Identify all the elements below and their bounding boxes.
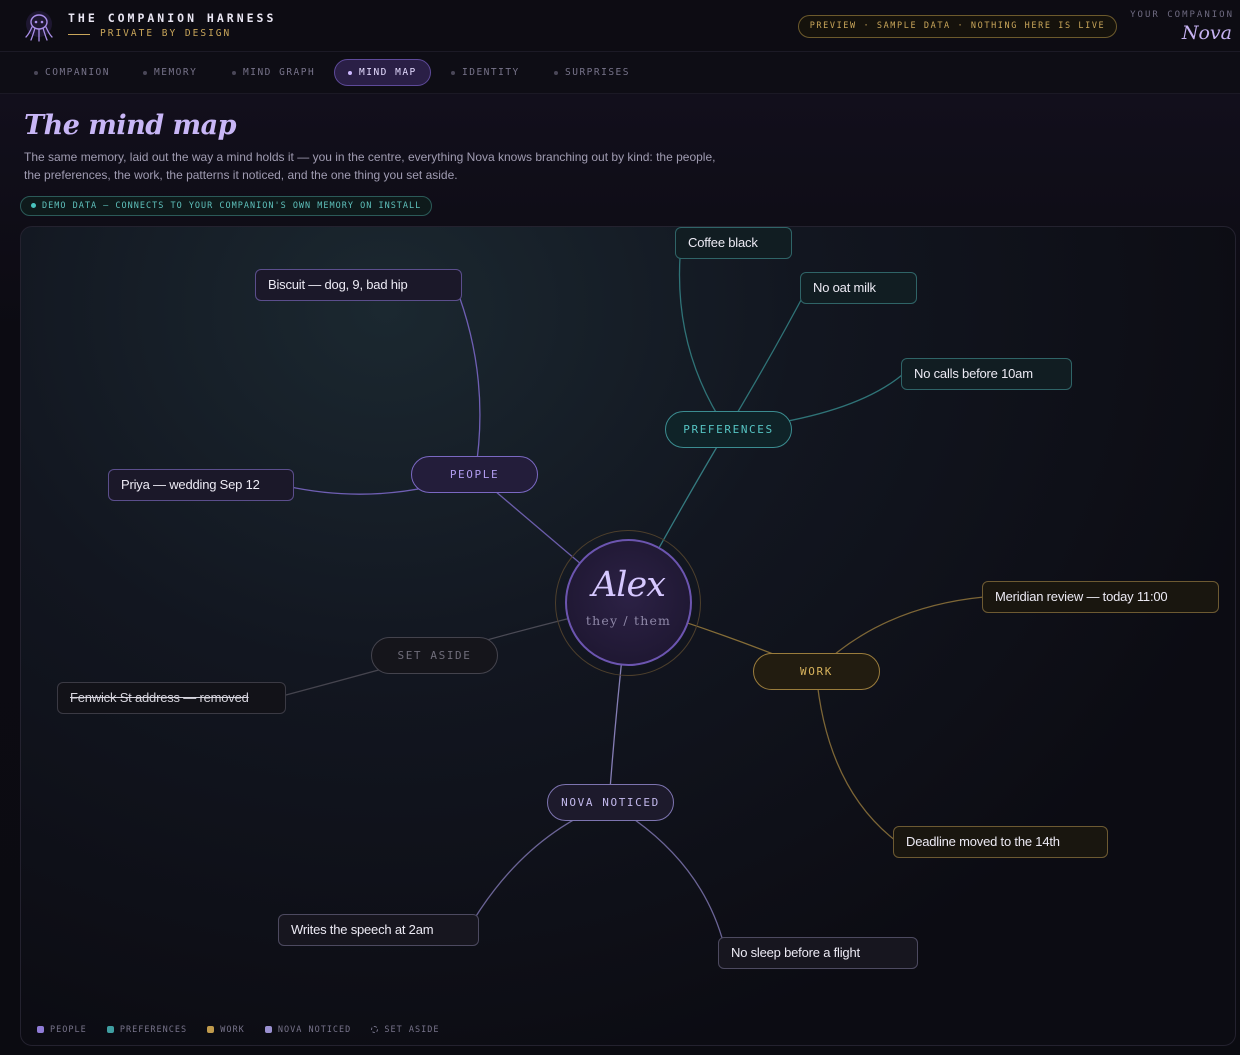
top-bar: THE COMPANION HARNESS PRIVATE BY DESIGN … xyxy=(0,0,1240,52)
branch-set-aside[interactable]: SET ASIDE xyxy=(371,637,498,674)
brand-title: THE COMPANION HARNESS xyxy=(68,11,277,25)
legend-swatch xyxy=(207,1025,215,1033)
branch-preferences[interactable]: PREFERENCES xyxy=(665,411,792,448)
legend-swatch xyxy=(106,1025,114,1033)
tab-mind-map[interactable]: MIND MAP xyxy=(334,59,431,86)
brand-divider xyxy=(68,34,90,35)
legend-item-nova-noticed: NOVA NOTICED xyxy=(264,1025,352,1035)
connector-flight xyxy=(608,802,725,946)
main-nav: COMPANION MEMORY MIND GRAPH MIND MAP IDE… xyxy=(0,52,1240,94)
legend-label: PEOPLE xyxy=(50,1025,87,1035)
legend-swatch xyxy=(264,1025,272,1033)
legend-swatch xyxy=(37,1025,44,1033)
tab-dot-icon xyxy=(554,70,558,75)
user-name: Alex xyxy=(592,565,666,605)
page-title: The mind map xyxy=(24,110,236,141)
companion-name[interactable]: Nova xyxy=(1182,22,1232,44)
tab-label: SURPRISES xyxy=(565,67,630,78)
branch-people[interactable]: PEOPLE xyxy=(411,456,538,493)
memory-node-flight[interactable]: No sleep before a flight xyxy=(718,937,918,969)
connector-oat-milk xyxy=(726,286,809,431)
memory-node-calls[interactable]: No calls before 10am xyxy=(901,358,1072,390)
memory-node-coffee[interactable]: Coffee black xyxy=(675,227,792,259)
memory-node-meridian[interactable]: Meridian review — today 11:00 xyxy=(982,581,1219,613)
memory-node-fenwick-removed[interactable]: Fenwick St address — removed xyxy=(57,682,286,714)
tab-memory[interactable]: MEMORY xyxy=(143,59,197,86)
legend-item-set-aside: SET ASIDE xyxy=(371,1025,439,1035)
legend-label: SET ASIDE xyxy=(384,1025,440,1035)
legend-label: WORK xyxy=(220,1025,245,1035)
tab-label: COMPANION xyxy=(45,67,110,78)
map-legend: PEOPLE PREFERENCES WORK NOVA NOTICED SET… xyxy=(37,1025,453,1035)
memory-node-biscuit[interactable]: Biscuit — dog, 9, bad hip xyxy=(255,269,462,301)
tab-identity[interactable]: IDENTITY xyxy=(451,59,520,86)
status-dot-icon xyxy=(31,203,36,208)
memory-node-speech[interactable]: Writes the speech at 2am xyxy=(278,914,479,946)
tab-label: MIND GRAPH xyxy=(243,67,316,78)
connector-deadline xyxy=(815,670,897,842)
memory-node-deadline[interactable]: Deadline moved to the 14th xyxy=(893,826,1108,858)
demo-badge-label: DEMO DATA — CONNECTS TO YOUR COMPANION'S… xyxy=(42,201,422,211)
legend-item-people: PEOPLE xyxy=(37,1025,87,1035)
user-pronouns: they / them xyxy=(585,613,672,628)
tab-dot-icon xyxy=(34,70,38,75)
connector-coffee xyxy=(678,243,728,431)
legend-swatch xyxy=(371,1025,379,1033)
tab-mind-graph[interactable]: MIND GRAPH xyxy=(232,59,315,86)
tab-label: IDENTITY xyxy=(462,67,520,78)
connector-speech xyxy=(466,802,610,932)
memory-node-oat-milk[interactable]: No oat milk xyxy=(800,272,917,304)
legend-item-work: WORK xyxy=(207,1025,244,1035)
preview-notice-badge: PREVIEW · SAMPLE DATA · NOTHING HERE IS … xyxy=(798,15,1117,38)
tab-surprises[interactable]: SURPRISES xyxy=(554,59,630,86)
mind-map-canvas[interactable]: Biscuit — dog, 9, bad hip Priya — weddin… xyxy=(20,226,1236,1046)
center-node-user[interactable]: Alex they / them xyxy=(565,539,692,666)
brand-subtitle: PRIVATE BY DESIGN xyxy=(100,28,232,39)
memory-node-priya[interactable]: Priya — wedding Sep 12 xyxy=(108,469,294,501)
connector-biscuit xyxy=(454,284,481,475)
tab-dot-icon xyxy=(232,70,236,75)
demo-data-badge: DEMO DATA — CONNECTS TO YOUR COMPANION'S… xyxy=(20,196,433,216)
companion-label: YOUR COMPANION xyxy=(1130,10,1234,20)
page-description: The same memory, laid out the way a mind… xyxy=(24,150,716,182)
octopus-logo-icon xyxy=(25,11,53,42)
tab-dot-icon xyxy=(348,70,352,75)
tab-label: MIND MAP xyxy=(359,67,417,78)
tab-label: MEMORY xyxy=(154,67,198,78)
tab-companion[interactable]: COMPANION xyxy=(34,59,110,86)
legend-label: PREFERENCES xyxy=(119,1025,188,1035)
branch-nova-noticed[interactable]: NOVA NOTICED xyxy=(547,784,674,821)
branch-work[interactable]: WORK xyxy=(753,653,880,690)
legend-label: NOVA NOTICED xyxy=(277,1025,352,1035)
tab-dot-icon xyxy=(143,70,147,75)
legend-item-preferences: PREFERENCES xyxy=(106,1025,188,1035)
tab-dot-icon xyxy=(451,70,455,75)
